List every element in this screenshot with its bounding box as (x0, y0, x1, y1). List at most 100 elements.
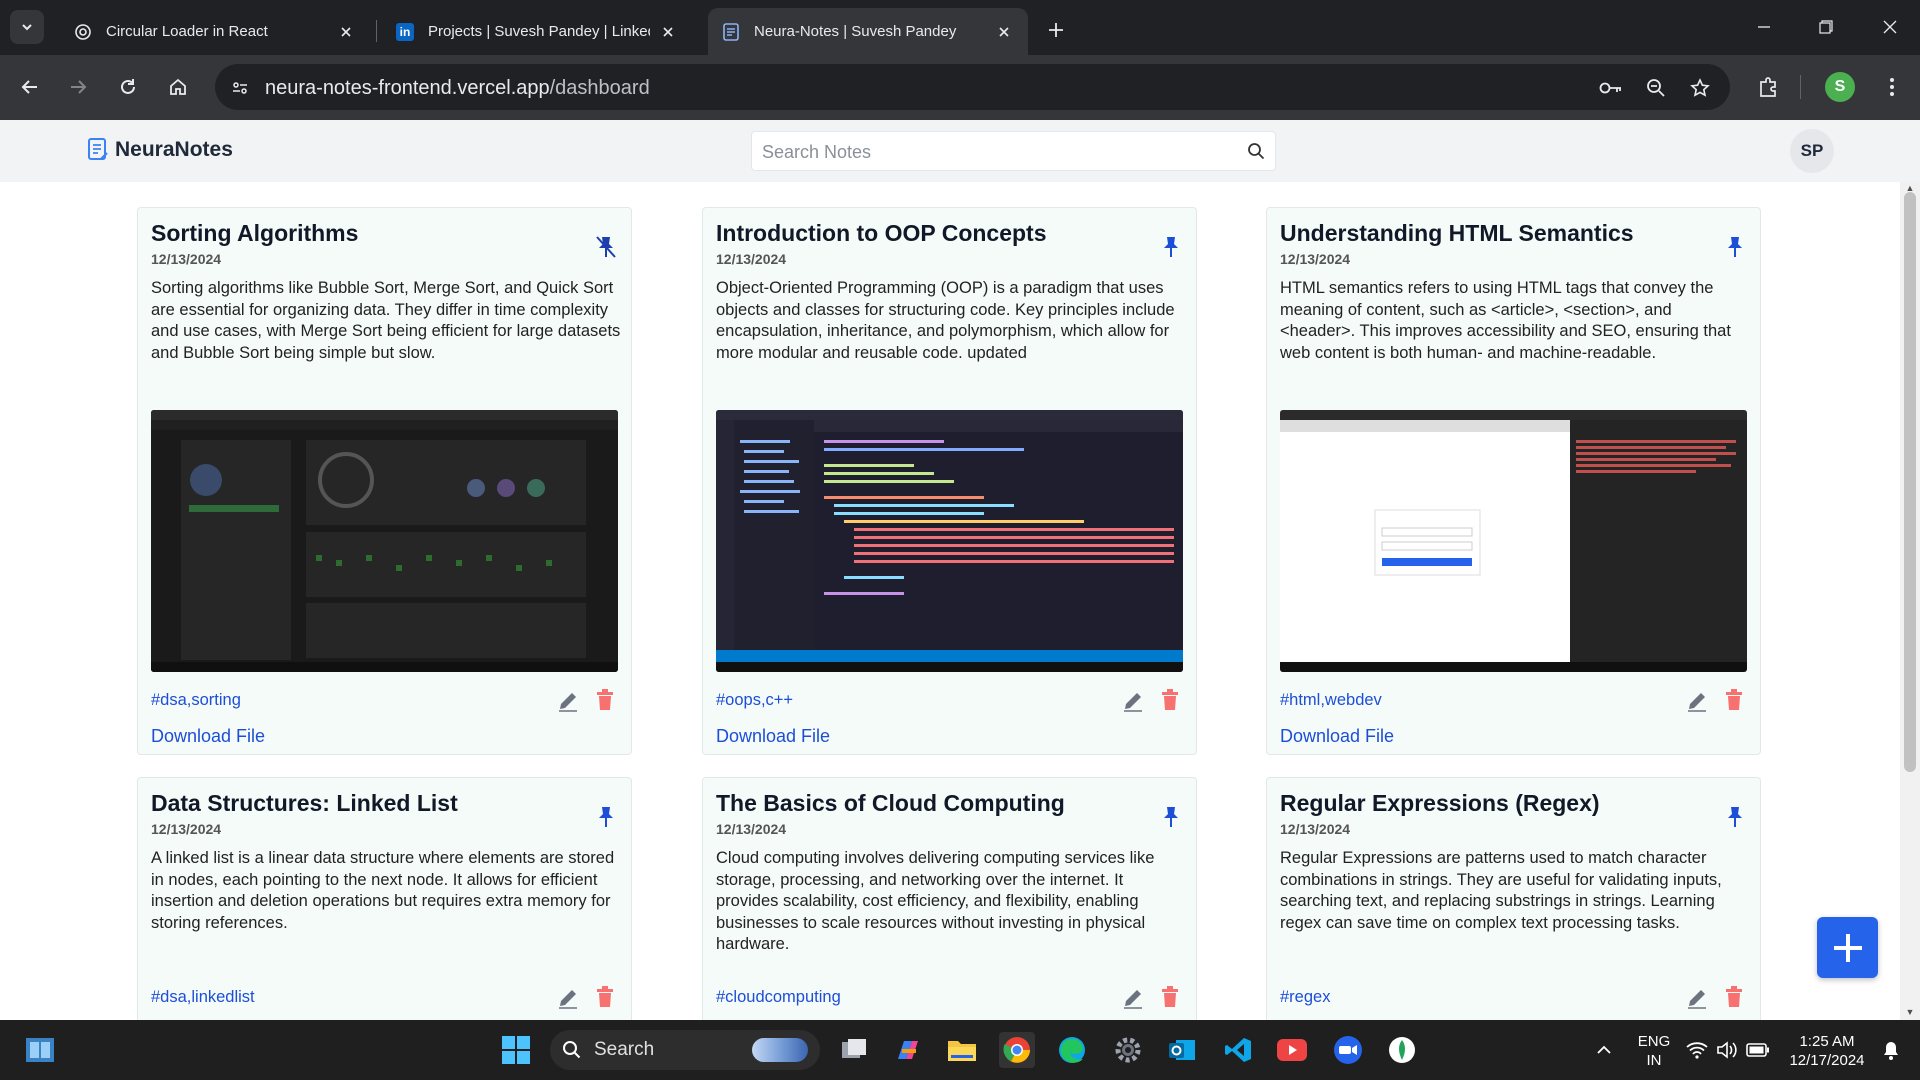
reload-button[interactable] (112, 71, 144, 103)
delete-icon[interactable] (594, 985, 616, 1009)
browser-tab-2[interactable]: in Projects | Suvesh Pandey | LinkedIn (382, 8, 692, 55)
note-attachment-image[interactable] (716, 410, 1183, 672)
note-title: The Basics of Cloud Computing (716, 790, 1065, 816)
delete-icon[interactable] (594, 688, 616, 712)
extensions-button[interactable] (1752, 71, 1784, 103)
edit-icon[interactable] (556, 689, 580, 713)
chrome-icon[interactable] (999, 1032, 1035, 1068)
note-tags: #oops,c++ (716, 691, 794, 709)
note-content: A linked list is a linear data structure… (151, 849, 615, 932)
home-icon (170, 78, 186, 95)
tab-search-button[interactable] (10, 10, 44, 44)
user-avatar[interactable]: SP (1790, 129, 1834, 173)
zoom-icon[interactable] (1330, 1032, 1366, 1068)
note-content: Cloud computing involves delivering comp… (716, 849, 1155, 953)
download-file-link[interactable]: Download File (151, 726, 265, 747)
pin-icon[interactable] (1159, 234, 1183, 260)
note-attachment-image[interactable] (151, 410, 618, 672)
browser-tab-1[interactable]: Circular Loader in React (60, 8, 370, 55)
edge-icon[interactable] (1054, 1032, 1090, 1068)
close-tab-icon[interactable] (658, 22, 678, 42)
note-card[interactable]: Understanding HTML Semantics 12/13/2024 … (1266, 207, 1761, 755)
new-tab-button[interactable] (1042, 16, 1070, 44)
logo-text: NeuraNotes (115, 138, 233, 161)
delete-icon[interactable] (1723, 688, 1745, 712)
address-bar[interactable]: neura-notes-frontend.vercel.app/dashboar… (215, 64, 1730, 110)
system-tray-status[interactable] (1678, 1032, 1778, 1068)
delete-icon[interactable] (1159, 985, 1181, 1009)
notification-bell-icon[interactable] (1876, 1032, 1906, 1068)
settings-gear-icon[interactable] (1110, 1032, 1146, 1068)
note-attachment-image[interactable] (1280, 410, 1747, 672)
chevron-up-icon[interactable] (1586, 1032, 1622, 1068)
browser-profile-avatar[interactable]: S (1825, 72, 1855, 102)
youtube-icon[interactable] (1274, 1032, 1310, 1068)
note-content: HTML semantics refers to using HTML tags… (1280, 279, 1731, 362)
app-logo[interactable]: NeuraNotes (87, 137, 233, 163)
note-card[interactable]: Data Structures: Linked List 12/13/2024 … (137, 777, 632, 1020)
vscode-icon[interactable] (1220, 1032, 1256, 1068)
file-explorer-icon[interactable] (944, 1032, 980, 1068)
more-vertical-icon (1890, 78, 1894, 96)
close-tab-icon[interactable] (336, 22, 356, 42)
lang-line-1: ENG (1637, 1033, 1671, 1050)
pin-icon[interactable] (1723, 804, 1747, 830)
tab-title: Projects | Suvesh Pandey | LinkedIn (428, 23, 650, 40)
arrow-right-icon (71, 80, 87, 94)
note-tags: #dsa,sorting (151, 691, 241, 709)
note-card[interactable]: The Basics of Cloud Computing 12/13/2024… (702, 777, 1197, 1020)
delete-icon[interactable] (1159, 688, 1181, 712)
home-button[interactable] (162, 71, 194, 103)
browser-menu-button[interactable] (1876, 71, 1908, 103)
download-file-link[interactable]: Download File (716, 726, 830, 747)
edit-icon[interactable] (1121, 986, 1145, 1010)
outlook-icon[interactable] (1164, 1032, 1200, 1068)
search-input[interactable] (762, 140, 1222, 164)
windows-taskbar: Search ENG IN 1:25 AM 12/17/2024 (0, 1020, 1920, 1080)
note-card[interactable]: Sorting Algorithms 12/13/2024 Sorting al… (137, 207, 632, 755)
mongodb-compass-icon[interactable] (1384, 1032, 1420, 1068)
task-view-icon[interactable] (836, 1032, 872, 1068)
pin-icon[interactable] (594, 804, 618, 830)
widgets-icon[interactable] (22, 1032, 58, 1068)
close-window-button[interactable] (1870, 12, 1910, 42)
minimize-button[interactable] (1744, 12, 1784, 42)
scroll-down-icon[interactable]: ▼ (1904, 1006, 1916, 1018)
unpin-icon[interactable] (594, 234, 618, 260)
browser-toolbar: neura-notes-frontend.vercel.app/dashboar… (0, 55, 1920, 120)
download-file-link[interactable]: Download File (1280, 726, 1394, 747)
zoom-out-icon[interactable] (1643, 75, 1669, 101)
language-indicator[interactable]: ENG IN (1632, 1032, 1676, 1070)
password-key-icon[interactable] (1598, 75, 1624, 101)
search-icon[interactable] (1247, 142, 1265, 165)
site-info-icon[interactable] (227, 75, 253, 101)
pin-icon[interactable] (1159, 804, 1183, 830)
taskbar-search[interactable]: Search (550, 1030, 820, 1070)
note-content: Object-Oriented Programming (OOP) is a p… (716, 279, 1175, 362)
linkedin-icon: in (396, 22, 414, 41)
restore-button[interactable] (1806, 12, 1846, 42)
close-tab-icon[interactable] (994, 22, 1014, 42)
page-scrollbar[interactable]: ▲ ▼ (1900, 182, 1920, 1020)
edit-icon[interactable] (1685, 689, 1709, 713)
clock[interactable]: 1:25 AM 12/17/2024 (1782, 1032, 1872, 1070)
note-card[interactable]: Introduction to OOP Concepts 12/13/2024 … (702, 207, 1197, 755)
pin-icon[interactable] (1723, 234, 1747, 260)
edit-icon[interactable] (556, 986, 580, 1010)
copilot-icon[interactable] (890, 1032, 926, 1068)
url-path: /dashboard (549, 77, 650, 99)
chevron-down-icon (22, 24, 32, 31)
delete-icon[interactable] (1723, 985, 1745, 1009)
windows-start-icon[interactable] (498, 1032, 534, 1068)
forward-button[interactable] (62, 71, 94, 103)
note-card[interactable]: Regular Expressions (Regex) 12/13/2024 R… (1266, 777, 1761, 1020)
add-note-button[interactable] (1817, 917, 1878, 978)
scrollbar-thumb[interactable] (1904, 192, 1916, 772)
edit-icon[interactable] (1685, 986, 1709, 1010)
bookmark-star-icon[interactable] (1687, 75, 1713, 101)
search-bar (751, 131, 1276, 171)
browser-tab-3-active[interactable]: Neura-Notes | Suvesh Pandey (708, 8, 1028, 55)
back-button[interactable] (14, 71, 46, 103)
edit-icon[interactable] (1121, 689, 1145, 713)
app-navbar: NeuraNotes SP (0, 120, 1920, 182)
